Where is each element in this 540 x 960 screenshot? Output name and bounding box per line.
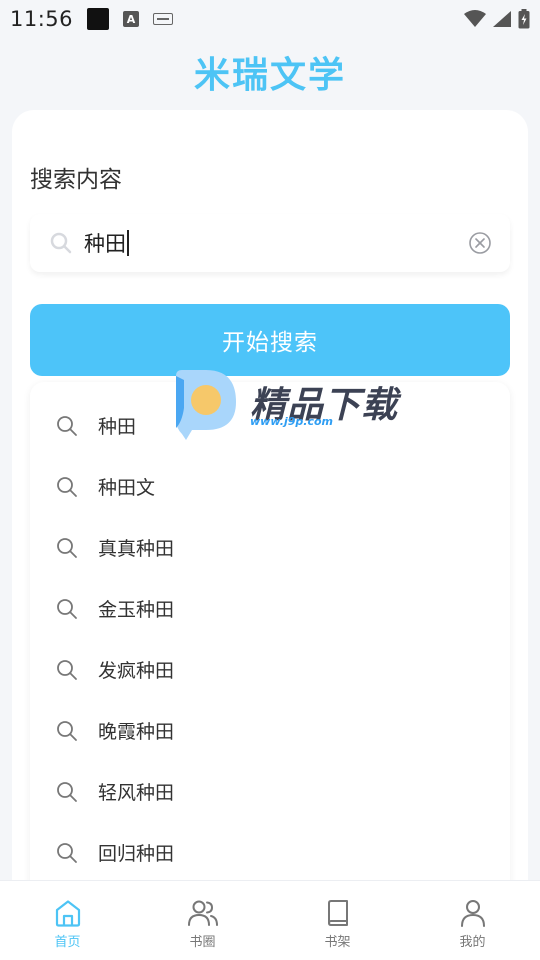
search-input-value: 种田 [84, 232, 126, 256]
search-icon [57, 721, 77, 741]
nav-label: 首页 [54, 935, 81, 950]
search-label: 搜索内容 [30, 167, 122, 193]
signal-icon [493, 11, 511, 27]
search-icon [57, 843, 77, 863]
suggestion-item[interactable]: 金玉种田 [30, 578, 510, 639]
text-caret [127, 230, 129, 256]
suggestion-item[interactable]: 晚霞种田 [30, 700, 510, 761]
status-indicators [464, 9, 530, 29]
user-icon [460, 900, 485, 927]
suggestion-text: 种田 [98, 416, 137, 438]
wifi-icon [464, 10, 486, 27]
suggestion-text: 真真种田 [98, 538, 175, 560]
search-box[interactable]: 种田 [30, 214, 510, 272]
suggestion-text: 晚霞种田 [98, 721, 175, 743]
watermark-url: www.j9p.com [250, 415, 333, 428]
battery-icon [518, 9, 530, 29]
suggestion-list: 种田 种田文 真真种田 金玉种田 发疯种田 晚霞种田 轻风种田 回归种田 [30, 382, 510, 902]
nav-bookshelf[interactable]: 书架 [270, 881, 405, 960]
search-icon [57, 599, 77, 619]
search-icon [57, 538, 77, 558]
suggestion-item[interactable]: 发疯种田 [30, 639, 510, 700]
bottom-nav: 首页 书圈 书架 我的 [0, 880, 540, 960]
home-icon [55, 900, 80, 927]
watermark-logo-icon [176, 370, 236, 440]
search-icon [50, 232, 72, 254]
suggestion-item[interactable]: 轻风种田 [30, 761, 510, 822]
status-time: 11:56 [10, 7, 74, 31]
nav-circle[interactable]: 书圈 [135, 881, 270, 960]
app-title: 米瑞文学 [193, 55, 346, 96]
start-search-button[interactable]: 开始搜索 [30, 304, 510, 376]
suggestion-text: 发疯种田 [98, 660, 175, 682]
suggestion-text: 轻风种田 [98, 782, 175, 804]
users-icon [187, 900, 218, 926]
suggestion-text: 种田文 [98, 477, 156, 499]
notification-icon [87, 8, 110, 30]
status-bar: 11:56 A [0, 0, 540, 38]
nav-label: 书架 [324, 935, 351, 950]
clear-icon[interactable] [468, 231, 492, 255]
search-icon [57, 416, 77, 436]
suggestion-text: 金玉种田 [98, 599, 175, 621]
nav-mine[interactable]: 我的 [405, 881, 540, 960]
search-icon [57, 660, 77, 680]
suggestion-item[interactable]: 回归种田 [30, 822, 510, 883]
search-input[interactable]: 种田 [84, 228, 129, 258]
search-icon [57, 782, 77, 802]
nav-home[interactable]: 首页 [0, 881, 135, 960]
nav-label: 我的 [459, 935, 486, 950]
search-icon [57, 477, 77, 497]
a-notification-icon: A [123, 11, 140, 27]
book-icon [327, 900, 348, 926]
keyboard-icon [153, 13, 174, 25]
suggestion-item[interactable]: 种田文 [30, 456, 510, 517]
watermark: 精品下载 www.j9p.com [170, 368, 410, 442]
nav-label: 书圈 [189, 935, 216, 950]
suggestion-text: 回归种田 [98, 843, 175, 865]
suggestion-item[interactable]: 真真种田 [30, 517, 510, 578]
